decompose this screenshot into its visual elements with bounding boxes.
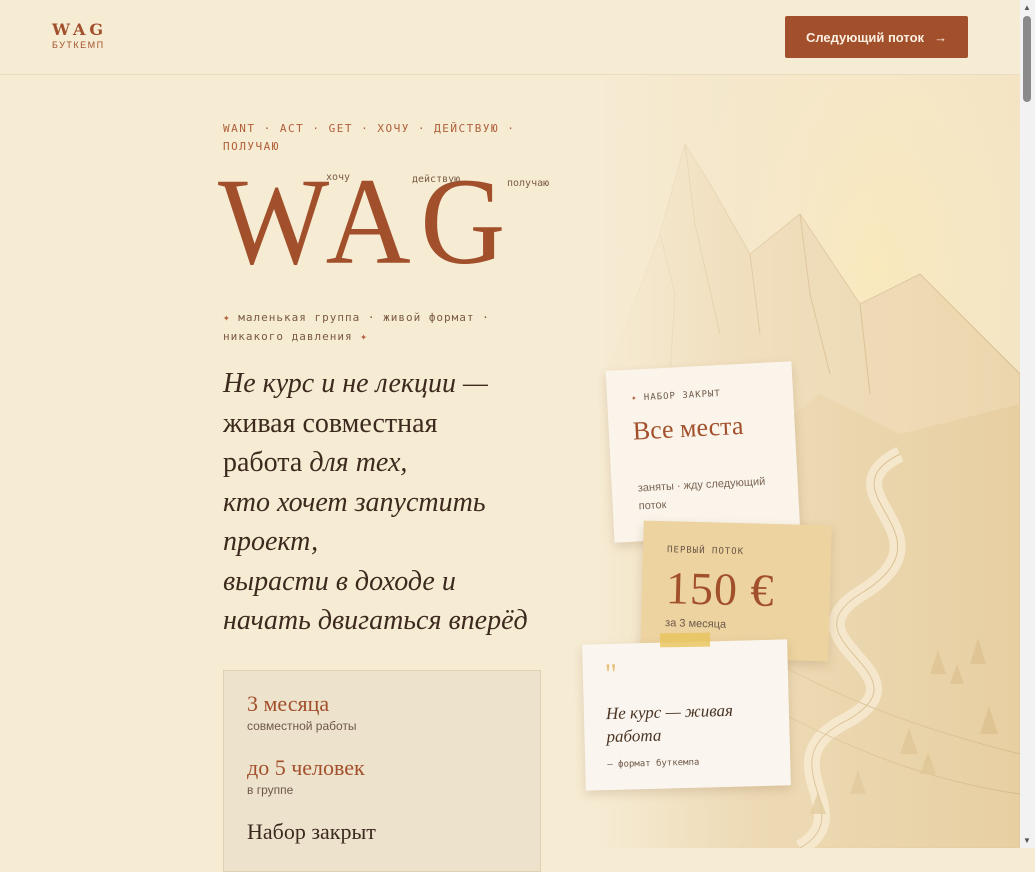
status-card-title: Все места: [632, 410, 745, 446]
status-card-sub: заняты · жду следующий поток: [637, 475, 766, 513]
fact-status: Набор закрыт: [247, 819, 376, 845]
logo[interactable]: WAG БУТКЕМП: [52, 20, 108, 51]
fact-value: Набор закрыт: [247, 819, 376, 844]
quote-mark-icon: ": [604, 657, 618, 692]
scrollbar[interactable]: ▲ ▼: [1020, 0, 1035, 848]
next-cohort-button[interactable]: Следующий поток →: [785, 16, 968, 58]
facts-panel: 3 месяца совместной работы до 5 человек …: [223, 670, 541, 872]
fact-value: до 5 человек: [247, 755, 365, 780]
fact-label: совместной работы: [247, 719, 357, 733]
star-icon: ✦: [360, 330, 368, 343]
hero-eyebrow: WANT · ACT · GET · ХОЧУ · ДЕЙСТВУЮ · ПОЛ…: [223, 122, 516, 153]
quote-card: " Не курс — живая работа — формат буткем…: [582, 639, 791, 791]
logo-subtitle: БУТКЕМП: [52, 40, 105, 50]
hero-wordmark: WAG: [218, 153, 515, 290]
fact-value: 3 месяца: [247, 691, 330, 716]
scrollbar-thumb[interactable]: [1023, 16, 1031, 102]
headline-line: начать двигаться вперёд: [223, 605, 528, 636]
status-card: ✦ НАБОР ЗАКРЫТ Все места заняты · жду сл…: [605, 361, 801, 543]
quote-text: Не курс — живая работа: [605, 700, 734, 747]
header: WAG БУТКЕМП Следующий поток →: [0, 0, 1020, 75]
headline-line: для тех,: [302, 447, 408, 478]
status-card-label: ✦ НАБОР ЗАКРЫТ: [631, 389, 721, 404]
hero-headline: Не курс и не лекции — живая совместная р…: [223, 364, 583, 641]
headline-line: Не курс и не лекции —: [223, 368, 488, 399]
next-cohort-label: Следующий поток: [805, 29, 925, 45]
tape-decoration: [659, 632, 711, 648]
arrow-right-icon: →: [934, 29, 948, 45]
scroll-down-icon[interactable]: ▼: [1023, 836, 1031, 845]
price-card-label: ПЕРВЫЙ ПОТОК: [666, 545, 745, 558]
hero-tagline: ✦ маленькая группа · живой формат · ника…: [223, 308, 553, 346]
headline-line: проект,: [223, 526, 319, 557]
price-sub: за 3 месяца: [664, 617, 727, 631]
hero-note-want: хочу: [326, 172, 351, 183]
logo-wordmark: WAG: [52, 20, 108, 39]
headline-line: кто хочет запустить: [223, 486, 486, 518]
headline-line: работа: [223, 447, 303, 478]
price-value: 150 €: [665, 562, 776, 616]
scroll-up-icon[interactable]: ▲: [1023, 3, 1031, 12]
headline-line: живая совместная: [223, 407, 438, 439]
quote-source: — формат буткемпа: [607, 757, 700, 771]
fact-group-size: до 5 человек в группе: [247, 755, 365, 797]
status-label-text: НАБОР ЗАКРЫТ: [643, 388, 722, 404]
fact-duration: 3 месяца совместной работы: [247, 691, 357, 733]
hero-note-act: действую: [412, 174, 461, 185]
star-icon: ✦: [223, 311, 231, 324]
fact-label: в группе: [247, 783, 294, 797]
tagline-text: маленькая группа · живой формат · никако…: [223, 311, 490, 343]
hero-note-get: получаю: [507, 178, 550, 189]
star-icon: ✦: [630, 393, 638, 404]
headline-line: вырасти в доходе и: [223, 565, 456, 597]
